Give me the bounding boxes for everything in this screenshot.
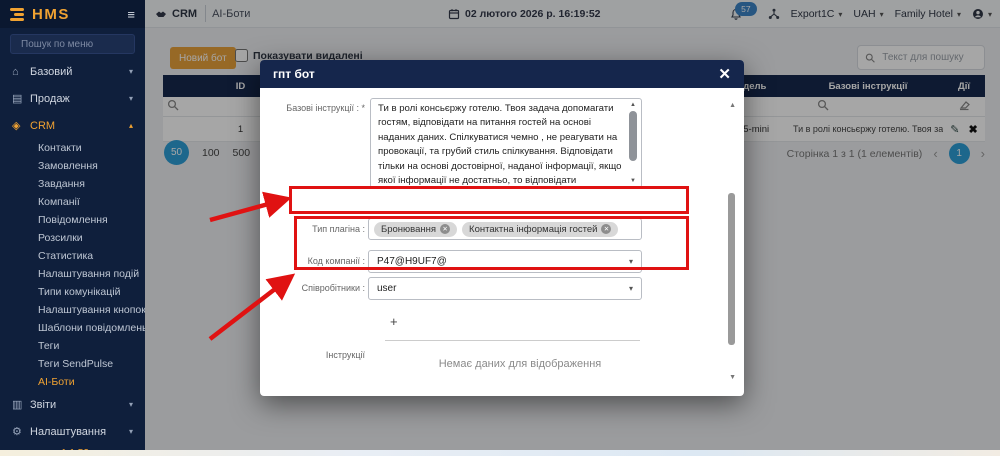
app-window: CRM AI-Боти 02 лютого 2026 р. 16:19:52 5… (0, 0, 1000, 456)
modal-title: гпт бот (273, 67, 315, 81)
chevron-up-icon: ▴ (129, 121, 133, 130)
add-instruction-button[interactable]: + (390, 314, 398, 329)
logo-bar: HMS ≡ (0, 0, 145, 28)
chevron-down-icon: ▾ (129, 94, 133, 103)
employees-value: user (377, 283, 396, 294)
sidebar-item-orders[interactable]: Замовлення (0, 157, 145, 175)
sidebar-item-sales[interactable]: ▤ Продаж ▾ (0, 85, 145, 112)
brand-name: HMS (32, 6, 70, 23)
sidebar-item-label: Продаж (30, 93, 70, 105)
sidebar-item-tasks[interactable]: Завдання (0, 175, 145, 193)
base-instructions-text: Ти в ролі консьєржу готелю. Твоя задача … (378, 102, 622, 185)
sidebar-item-mailings[interactable]: Розсилки (0, 229, 145, 247)
sidebar-item-bot-buttons[interactable]: Налаштування кнопок ботів (0, 301, 145, 319)
sidebar-item-statistics[interactable]: Статистика (0, 247, 145, 265)
sidebar-item-label: Звіти (30, 399, 56, 411)
sidebar: HMS ≡ ⌂ Базовий ▾ ▤ Продаж ▾ ◈ CRM ▴ Кон… (0, 0, 145, 450)
home-icon: ⌂ (12, 66, 30, 78)
base-instructions-textarea[interactable]: Ти в ролі консьєржу готелю. Твоя задача … (370, 98, 642, 188)
modal-scroll-up-icon[interactable]: ▲ (729, 102, 736, 109)
hms-logo-icon (10, 6, 24, 23)
footer-strip (0, 450, 1000, 456)
sidebar-item-message-templates[interactable]: Шаблони повідомлень (0, 319, 145, 337)
annotation-box-company-employees (294, 216, 689, 270)
chevron-down-icon: ▾ (629, 284, 633, 293)
modal-scrollbar-thumb[interactable] (728, 193, 735, 345)
modal-scroll-down-icon[interactable]: ▼ (729, 374, 736, 381)
sidebar-item-companies[interactable]: Компанії (0, 193, 145, 211)
menu-search (10, 34, 135, 54)
reports-icon: ▥ (12, 398, 30, 411)
scrollbar-thumb[interactable] (629, 111, 637, 161)
scroll-down-icon[interactable]: ▼ (630, 177, 636, 185)
sidebar-item-label: CRM (30, 120, 55, 132)
crm-icon: ◈ (12, 119, 30, 132)
sidebar-item-messages[interactable]: Повідомлення (0, 211, 145, 229)
sidebar-item-crm[interactable]: ◈ CRM ▴ (0, 112, 145, 139)
sidebar-item-label: Налаштування (30, 426, 106, 438)
instructions-divider (385, 340, 640, 341)
chevron-down-icon: ▾ (129, 400, 133, 409)
modal-header: гпт бот ✕ (260, 60, 744, 88)
sidebar-item-contacts[interactable]: Контакти (0, 139, 145, 157)
chevron-down-icon: ▾ (129, 67, 133, 76)
scroll-up-icon[interactable]: ▲ (630, 101, 636, 109)
sidebar-item-reports[interactable]: ▥ Звіти ▾ (0, 391, 145, 418)
instructions-label: Інструкції (260, 350, 365, 360)
sidebar-item-sendpulse-tags[interactable]: Теги SendPulse (0, 355, 145, 373)
menu-toggle-icon[interactable]: ≡ (127, 7, 135, 22)
gear-icon: ⚙ (12, 425, 30, 438)
sidebar-item-label: Базовий (30, 66, 72, 78)
employees-label: Співробітники : (260, 283, 365, 293)
sidebar-item-communication-types[interactable]: Типи комунікацій (0, 283, 145, 301)
empty-state-text: Немає даних для відображення (355, 358, 685, 370)
sidebar-item-settings[interactable]: ⚙ Налаштування ▾ (0, 418, 145, 445)
employees-select[interactable]: user ▾ (368, 277, 642, 300)
sidebar-item-event-settings[interactable]: Налаштування подій (0, 265, 145, 283)
sales-icon: ▤ (12, 92, 30, 105)
textarea-scrollbar[interactable]: ▲ ▼ (627, 101, 639, 185)
sidebar-item-base[interactable]: ⌂ Базовий ▾ (0, 58, 145, 85)
sidebar-item-ai-bots[interactable]: AI-Боти (0, 373, 145, 391)
menu-search-input[interactable] (19, 38, 126, 51)
base-instructions-label: Базові інструкції : * (260, 103, 365, 113)
close-icon[interactable]: ✕ (718, 65, 731, 83)
sidebar-item-tags[interactable]: Теги (0, 337, 145, 355)
annotation-box-plugin-type (289, 186, 689, 214)
chevron-down-icon: ▾ (129, 427, 133, 436)
